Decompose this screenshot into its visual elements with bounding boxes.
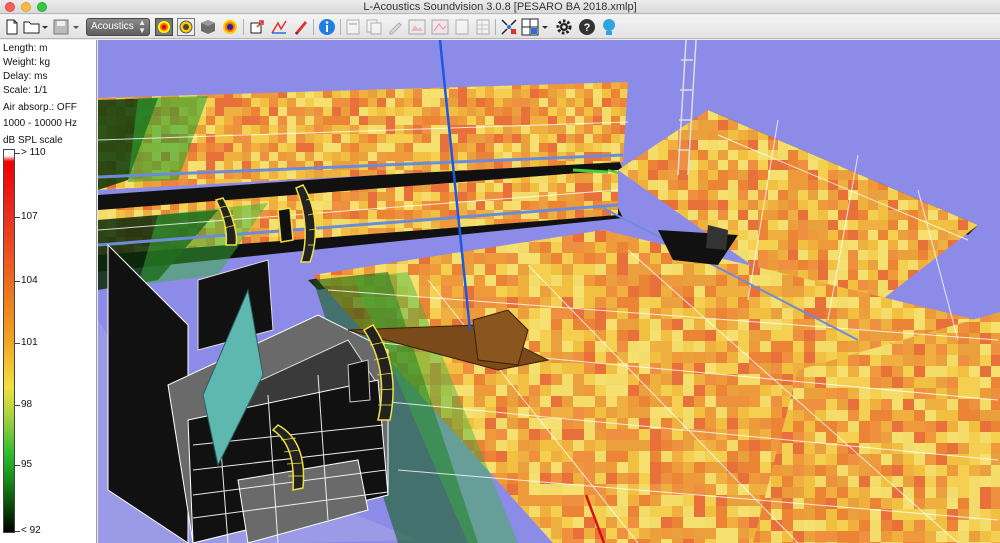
copy-icon[interactable]	[365, 17, 383, 37]
spl-scale-title: dB SPL scale	[3, 135, 63, 146]
window-title: L-Acoustics Soundvision 3.0.8 [PESARO BA…	[363, 1, 637, 13]
spl-label: 104	[21, 275, 38, 286]
report-icon[interactable]	[344, 17, 362, 37]
spl-color-scale	[3, 149, 15, 533]
source-edit-icon[interactable]	[292, 17, 310, 37]
box-object-icon[interactable]	[199, 17, 217, 37]
map-icon[interactable]	[430, 17, 450, 37]
spl-label: < 92	[21, 525, 41, 536]
open-file-icon[interactable]	[23, 17, 49, 37]
zoom-fit-icon[interactable]	[499, 17, 519, 37]
mapping-2d-icon[interactable]	[176, 17, 196, 37]
spl-label: 101	[21, 337, 38, 348]
new-file-icon[interactable]	[3, 17, 21, 37]
camera-view-icon[interactable]	[521, 17, 549, 37]
spl-label: 107	[21, 211, 38, 222]
table-icon[interactable]	[474, 17, 492, 37]
air-absorption: Air absorp.: OFF	[3, 102, 77, 113]
source-autosplay-icon[interactable]	[270, 17, 288, 37]
frequency-range: 1000 - 10000 Hz	[3, 118, 77, 129]
spl-label: > 110	[21, 147, 46, 158]
chevron-updown-icon: ▲ ▼	[138, 18, 146, 35]
mode-select[interactable]: Acoustics ▲ ▼	[86, 18, 150, 36]
title-bar: L-Acoustics Soundvision 3.0.8 [PESARO BA…	[0, 0, 1000, 14]
mapping-3d-icon[interactable]	[154, 17, 174, 37]
delay-unit: Delay: ms	[3, 71, 48, 82]
page-icon[interactable]	[453, 17, 471, 37]
spl-label: 98	[21, 399, 33, 410]
info-icon[interactable]	[317, 17, 337, 37]
scale-value: Scale: 1/1	[3, 85, 48, 96]
help-icon[interactable]: ?	[577, 17, 597, 37]
svg-text:?: ?	[584, 22, 591, 34]
tip-icon[interactable]	[600, 17, 618, 37]
toolbar: Acoustics ▲ ▼ ?	[0, 15, 1000, 39]
settings-icon[interactable]	[554, 17, 574, 37]
length-unit: Length: m	[3, 43, 48, 54]
save-icon[interactable]	[53, 17, 81, 37]
snapshot-icon[interactable]	[407, 17, 427, 37]
edit-icon[interactable]	[386, 17, 404, 37]
3d-viewport[interactable]	[98, 40, 1000, 543]
weight-unit: Weight: kg	[3, 57, 51, 68]
spl-map-scene[interactable]	[98, 40, 1000, 543]
mode-select-value: Acoustics	[91, 21, 134, 32]
coverage-icon[interactable]	[221, 17, 239, 37]
export-icon[interactable]	[248, 17, 266, 37]
spl-label: 95	[21, 459, 33, 470]
info-panel: Length: m Weight: kg Delay: ms Scale: 1/…	[0, 40, 97, 543]
